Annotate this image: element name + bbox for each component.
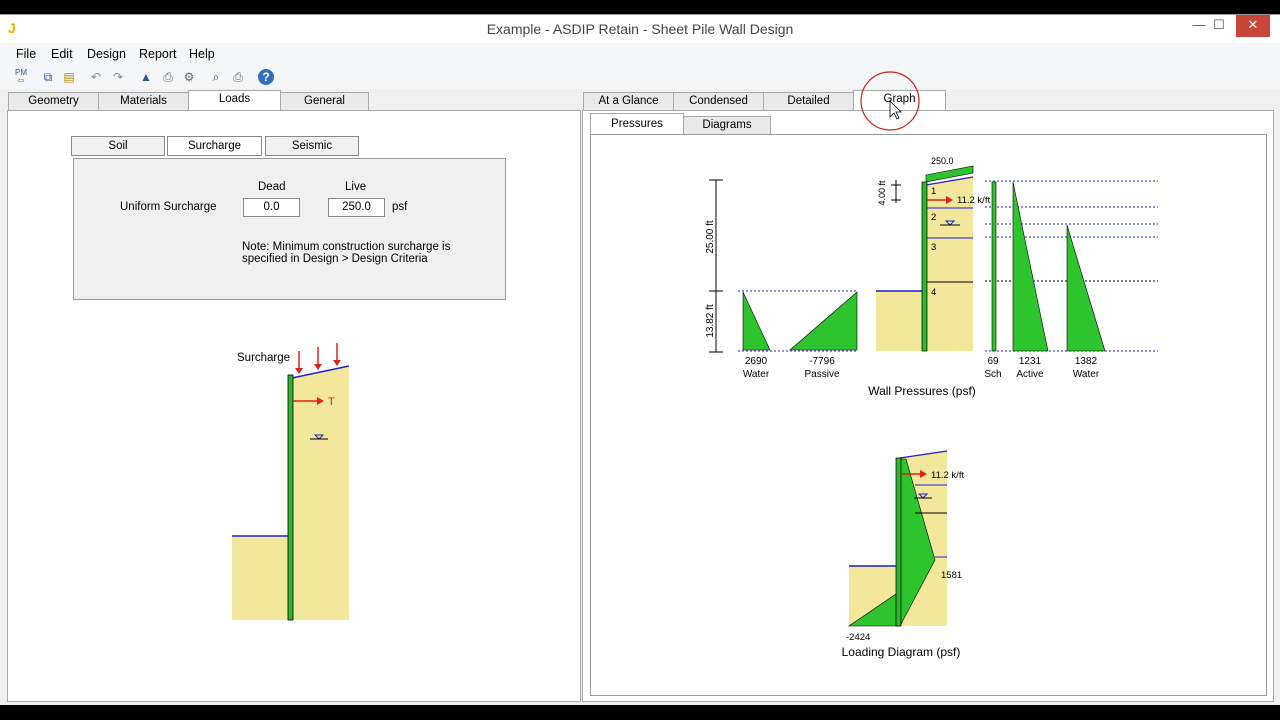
loading-tie-label: 11.2 k/ft [931,470,964,481]
sheet-pile [921,181,928,352]
loading-max-positive: 1581 [941,570,962,581]
dim-lower-label: 13.82 ft [705,304,716,338]
pressure-value: 1231 [1019,356,1042,367]
pressure-name: Sch [984,369,1001,380]
water-pressure-right [1066,224,1106,352]
loading-max-negative: -2424 [846,632,870,643]
pressure-name: Water [1073,369,1100,380]
loading-sheet-pile [895,457,902,627]
pressure-value: 1382 [1075,356,1098,367]
pressures-caption: Wall Pressures (psf) [868,384,976,398]
loading-caption: Loading Diagram (psf) [842,645,961,659]
pressure-value: -7796 [809,356,835,367]
layer-label: 2 [931,212,936,223]
pressure-name: Water [743,369,770,380]
dim-upper-label: 25.00 ft [705,220,716,254]
surcharge-pressure [991,181,997,352]
wall-pressures-diagram: 25.00 ft 13.82 ft 250.0 4.00 ft 11.2 k/f… [705,71,1158,659]
tie-force-label: 11.2 k/ft [957,195,990,206]
water-pressure-left [742,291,771,351]
layer-label: 3 [931,242,936,253]
pressure-name: Passive [804,369,839,380]
layer-label: 4 [931,287,936,298]
mouse-cursor-icon [889,100,902,120]
passive-pressure [789,291,858,351]
pressure-value: 69 [987,356,999,367]
surcharge-value: 250.0 [931,156,954,166]
pressure-value: 2690 [745,356,768,367]
layer-label: 1 [931,186,936,197]
main-window: J Example - ASDIP Retain - Sheet Pile Wa… [0,14,1280,705]
passive-soil [876,291,924,351]
tie-dim-label: 4.00 ft [877,180,887,206]
pressure-name: Active [1016,369,1044,380]
